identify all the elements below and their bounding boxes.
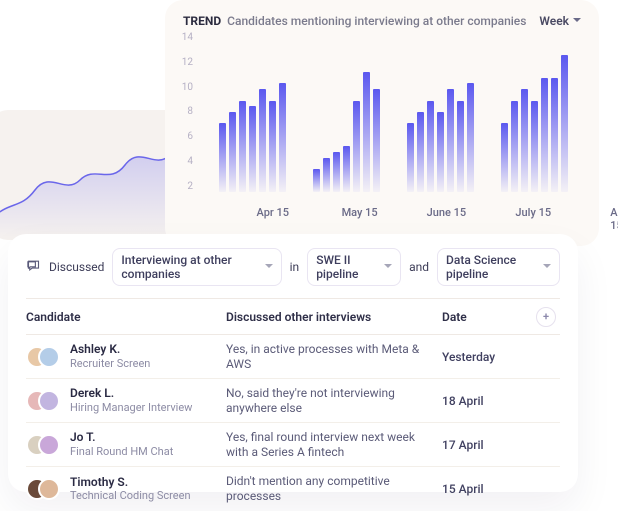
candidate-stage: Hiring Manager Interview bbox=[70, 401, 192, 414]
table-header-row: Candidate Discussed other interviews Dat… bbox=[26, 299, 560, 335]
chart-bar bbox=[279, 83, 286, 192]
chart-bar bbox=[521, 89, 528, 192]
candidate-name: Timothy S. bbox=[70, 476, 191, 489]
chevron-down-icon bbox=[384, 264, 392, 272]
chart-bar bbox=[531, 101, 538, 192]
trend-header: TREND Candidates mentioning interviewing… bbox=[183, 14, 581, 28]
chart-bar bbox=[249, 106, 256, 192]
chart-bar bbox=[229, 112, 236, 192]
col-header-discussed: Discussed other interviews bbox=[226, 310, 442, 324]
filter-pipe1-label: SWE II pipeline bbox=[316, 253, 378, 281]
chart-bar bbox=[259, 89, 266, 192]
chevron-down-icon bbox=[543, 264, 551, 272]
chart-bar bbox=[353, 101, 360, 192]
col-header-date: Date bbox=[442, 310, 532, 324]
chart-bar bbox=[407, 123, 414, 192]
chat-icon bbox=[26, 258, 41, 277]
chart-bar bbox=[373, 89, 380, 192]
candidate-name: Jo T. bbox=[70, 431, 173, 444]
avatar bbox=[38, 478, 60, 500]
candidate-name: Derek L. bbox=[70, 387, 192, 400]
trend-range-dropdown[interactable]: Week bbox=[539, 14, 581, 28]
filter-bar: Discussed Interviewing at other companie… bbox=[26, 248, 560, 286]
candidate-stage: Technical Coding Screen bbox=[70, 489, 191, 502]
discussed-cell: Yes, final round interview next week wit… bbox=[226, 430, 442, 460]
filter-topic-dropdown[interactable]: Interviewing at other companies bbox=[112, 248, 281, 286]
chart-xlabel: Apr 15 bbox=[257, 206, 290, 219]
chart-bar bbox=[437, 112, 444, 192]
table-row[interactable]: Jo T.Final Round HM Chat Yes, final round… bbox=[26, 423, 560, 467]
insights-table-card: Discussed Interviewing at other companie… bbox=[8, 234, 578, 492]
add-column-button[interactable]: + bbox=[536, 307, 556, 327]
chart-xlabel: June 15 bbox=[427, 206, 466, 219]
chart-bar bbox=[417, 112, 424, 192]
candidates-table: Candidate Discussed other interviews Dat… bbox=[26, 298, 560, 511]
filter-pipeline2-dropdown[interactable]: Data Science pipeline bbox=[437, 248, 560, 286]
avatar-pair bbox=[26, 476, 62, 502]
chart-bar bbox=[467, 83, 474, 192]
chart-bar bbox=[501, 123, 508, 192]
avatar-pair bbox=[26, 388, 62, 414]
chart-bar bbox=[333, 152, 340, 192]
chart-bar bbox=[269, 101, 276, 192]
trend-range-label: Week bbox=[539, 14, 569, 28]
chart-bar bbox=[511, 101, 518, 192]
filter-topic-label: Interviewing at other companies bbox=[121, 253, 258, 281]
table-row[interactable]: Timothy S.Technical Coding Screen Didn't … bbox=[26, 467, 560, 511]
trend-title-sub: Candidates mentioning interviewing at ot… bbox=[227, 14, 526, 28]
trend-chart: 1412108642 Apr 15May 15June 15July 15Aug… bbox=[183, 38, 581, 213]
candidate-stage: Final Round HM Chat bbox=[70, 445, 173, 458]
chart-bar bbox=[343, 146, 350, 192]
chart-xlabel: May 15 bbox=[342, 206, 378, 219]
chart-bar bbox=[363, 72, 370, 192]
trend-chart-bars bbox=[199, 32, 581, 192]
chart-xlabel: July 15 bbox=[515, 206, 551, 219]
filter-discussed-label: Discussed bbox=[49, 260, 104, 274]
trend-yaxis-labels: 1412108642 bbox=[177, 32, 193, 192]
chart-bar bbox=[323, 158, 330, 192]
candidate-name: Ashley K. bbox=[70, 343, 150, 356]
filter-and-label: and bbox=[409, 260, 429, 274]
avatar bbox=[38, 346, 60, 368]
filter-pipeline1-dropdown[interactable]: SWE II pipeline bbox=[307, 248, 401, 286]
candidate-stage: Recruiter Screen bbox=[70, 357, 150, 370]
chart-bar bbox=[219, 123, 226, 192]
chart-xlabel: Aug 15 bbox=[610, 206, 618, 232]
chart-bar bbox=[427, 101, 434, 192]
discussed-cell: Didn't mention any competitive processes bbox=[226, 474, 442, 504]
chart-bar bbox=[541, 78, 548, 192]
discussed-cell: No, said they're not interviewing anywhe… bbox=[226, 386, 442, 416]
chevron-down-icon bbox=[573, 18, 581, 26]
filter-pipe2-label: Data Science pipeline bbox=[446, 253, 537, 281]
date-cell: 18 April bbox=[442, 394, 532, 408]
avatar-pair bbox=[26, 344, 62, 370]
avatar bbox=[38, 434, 60, 456]
discussed-cell: Yes, in active processes with Meta & AWS bbox=[226, 342, 442, 372]
date-cell: 17 April bbox=[442, 438, 532, 452]
chart-bar bbox=[239, 101, 246, 192]
chevron-down-icon bbox=[265, 264, 273, 272]
trend-card: TREND Candidates mentioning interviewing… bbox=[165, 0, 599, 246]
table-row[interactable]: Derek L.Hiring Manager Interview No, said… bbox=[26, 379, 560, 423]
chart-bar bbox=[313, 169, 320, 192]
avatar-pair bbox=[26, 432, 62, 458]
col-header-candidate: Candidate bbox=[26, 310, 226, 324]
avatar bbox=[38, 390, 60, 412]
trend-title-strong: TREND bbox=[183, 14, 221, 28]
date-cell: 15 April bbox=[442, 482, 532, 496]
chart-bar bbox=[457, 101, 464, 192]
filter-in-label: in bbox=[290, 260, 300, 274]
chart-bar bbox=[447, 89, 454, 192]
table-row[interactable]: Ashley K.Recruiter Screen Yes, in active … bbox=[26, 335, 560, 379]
chart-bar bbox=[561, 55, 568, 192]
date-cell: Yesterday bbox=[442, 350, 532, 364]
chart-bar bbox=[551, 78, 558, 192]
